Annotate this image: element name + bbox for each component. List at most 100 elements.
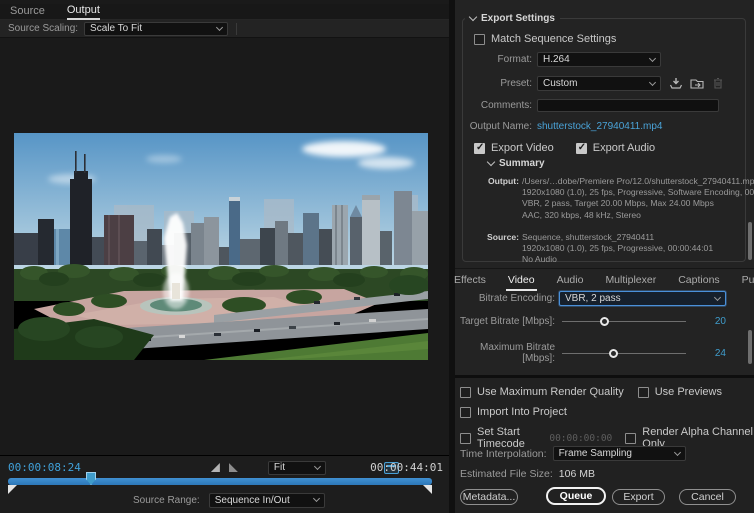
export-options-area: Use Maximum Render Quality Use Previews … <box>455 375 754 513</box>
summary-output-video: 1920x1080 (1.0), 25 fps, Progressive, So… <box>522 187 754 198</box>
tab-effects[interactable]: Effects <box>452 274 488 291</box>
file-size-value: 106 MB <box>559 468 595 480</box>
duration-timecode: 00:00:44:01 <box>370 461 443 474</box>
slider-knob[interactable] <box>600 317 609 326</box>
collapse-chevron-icon <box>487 158 495 166</box>
target-bitrate-label: Target Bitrate [Mbps]: <box>455 316 555 327</box>
summary-source-name: Sequence, shutterstock_27940411 <box>522 232 713 243</box>
preview-tab-bar: Source Output <box>0 4 449 20</box>
target-bitrate-value[interactable]: 20 <box>700 316 726 327</box>
export-audio-checkbox[interactable] <box>576 143 587 154</box>
match-sequence-settings-row[interactable]: Match Sequence Settings <box>474 33 616 45</box>
match-sequence-label: Match Sequence Settings <box>491 33 616 45</box>
summary-output-path: /Users/…dobe/Premiere Pro/12.0/shutterst… <box>522 176 754 187</box>
divider <box>236 23 237 35</box>
chevron-down-icon <box>714 293 721 300</box>
export-settings-title: Export Settings <box>481 13 555 24</box>
export-video-row[interactable]: Export Video <box>474 142 554 154</box>
export-button[interactable]: Export <box>612 489 665 505</box>
export-video-checkbox[interactable] <box>474 143 485 154</box>
source-scaling-value: Scale To Fit <box>90 23 142 34</box>
preset-label: Preset: <box>455 78 532 89</box>
preview-panel: Source Output Source Scaling: Scale To F… <box>0 0 449 513</box>
use-previews-row[interactable]: Use Previews <box>638 386 722 398</box>
preset-value: Custom <box>543 78 577 89</box>
metadata-button[interactable]: Metadata... <box>460 489 518 505</box>
video-preview <box>14 133 428 360</box>
settings-tab-bar: Effects Video Audio Multiplexer Captions… <box>452 269 754 291</box>
tab-multiplexer[interactable]: Multiplexer <box>603 274 658 291</box>
import-preset-icon[interactable] <box>690 77 704 90</box>
summary-header[interactable]: Summary <box>488 158 545 169</box>
tab-audio[interactable]: Audio <box>555 274 586 291</box>
export-audio-row[interactable]: Export Audio <box>576 142 655 154</box>
preset-select[interactable]: Custom <box>537 76 661 91</box>
maximum-bitrate-value[interactable]: 24 <box>700 348 726 359</box>
source-range-select[interactable]: Sequence In/Out <box>209 493 325 508</box>
slider-knob[interactable] <box>609 349 618 358</box>
use-max-render-quality-checkbox[interactable] <box>460 387 471 398</box>
delete-preset-icon <box>711 77 725 90</box>
bitrate-encoding-label: Bitrate Encoding: <box>455 293 555 304</box>
chevron-down-icon <box>216 23 223 30</box>
use-max-render-quality-label: Use Maximum Render Quality <box>477 386 624 398</box>
format-select[interactable]: H.264 <box>537 52 661 67</box>
tab-output[interactable]: Output <box>67 4 100 20</box>
maximum-bitrate-label: Maximum Bitrate [Mbps]: <box>455 342 555 364</box>
tab-source[interactable]: Source <box>10 5 45 19</box>
use-previews-checkbox[interactable] <box>638 387 649 398</box>
bitrate-encoding-select[interactable]: VBR, 2 pass <box>559 291 726 306</box>
summary-source-video: 1920x1080 (1.0), 25 fps, Progressive, 00… <box>522 243 713 254</box>
export-audio-label: Export Audio <box>593 142 655 154</box>
summary-source-label: Source: <box>475 232 519 266</box>
chevron-down-icon <box>674 448 681 455</box>
export-settings-header[interactable]: Export Settings <box>465 13 560 24</box>
output-name-link[interactable]: shutterstock_27940411.mp4 <box>537 121 662 132</box>
import-into-project-label: Import Into Project <box>477 406 567 418</box>
time-interpolation-select[interactable]: Frame Sampling <box>553 446 686 461</box>
video-frame-image <box>14 133 428 360</box>
zoom-level-value: Fit <box>274 462 285 473</box>
target-bitrate-slider[interactable] <box>562 317 686 326</box>
maximum-bitrate-slider[interactable] <box>562 349 686 358</box>
use-previews-label: Use Previews <box>655 386 722 398</box>
tab-captions[interactable]: Captions <box>676 274 721 291</box>
queue-button[interactable]: Queue <box>546 487 606 505</box>
summary-title: Summary <box>499 158 545 169</box>
format-value: H.264 <box>543 54 570 65</box>
transport-bar: 00:00:08:24 Fit 00:00:44:01 Source Range… <box>0 455 449 513</box>
timeline-scrubber[interactable] <box>8 478 432 485</box>
scrollbar-thumb[interactable] <box>748 222 752 260</box>
settings-tabs-panel: Effects Video Audio Multiplexer Captions… <box>455 268 754 375</box>
set-start-timecode-checkbox[interactable] <box>460 433 471 444</box>
import-into-project-checkbox[interactable] <box>460 407 471 418</box>
render-alpha-checkbox[interactable] <box>625 433 636 444</box>
set-in-point-icon[interactable] <box>211 463 220 472</box>
slider-track <box>562 321 686 322</box>
export-video-label: Export Video <box>491 142 554 154</box>
match-sequence-checkbox[interactable] <box>474 34 485 45</box>
comments-label: Comments: <box>455 100 532 111</box>
use-max-render-quality-row[interactable]: Use Maximum Render Quality <box>460 386 624 398</box>
chevron-down-icon <box>313 495 320 502</box>
chevron-down-icon <box>649 54 656 61</box>
comments-input[interactable] <box>537 99 719 112</box>
source-range-value: Sequence In/Out <box>215 495 290 506</box>
summary-output-label: Output: <box>475 176 519 221</box>
summary-output-bitrate: VBR, 2 pass, Target 20.00 Mbps, Max 24.0… <box>522 198 754 209</box>
chevron-down-icon <box>314 462 321 469</box>
tab-publish[interactable]: Publish <box>740 274 754 291</box>
zoom-level-select[interactable]: Fit <box>268 461 326 475</box>
tab-video[interactable]: Video <box>506 274 537 291</box>
summary-output-audio: AAC, 320 kbps, 48 kHz, Stereo <box>522 210 754 221</box>
time-interpolation-value: Frame Sampling <box>559 448 632 459</box>
slider-track <box>562 353 686 354</box>
output-name-label: Output Name: <box>455 121 532 132</box>
scrollbar-thumb[interactable] <box>748 330 752 364</box>
collapse-chevron-icon <box>469 13 477 21</box>
import-into-project-row[interactable]: Import Into Project <box>460 406 567 418</box>
cancel-button[interactable]: Cancel <box>679 489 736 505</box>
save-preset-icon[interactable] <box>669 77 683 90</box>
set-out-point-icon[interactable] <box>229 463 238 472</box>
source-scaling-select[interactable]: Scale To Fit <box>84 22 228 36</box>
